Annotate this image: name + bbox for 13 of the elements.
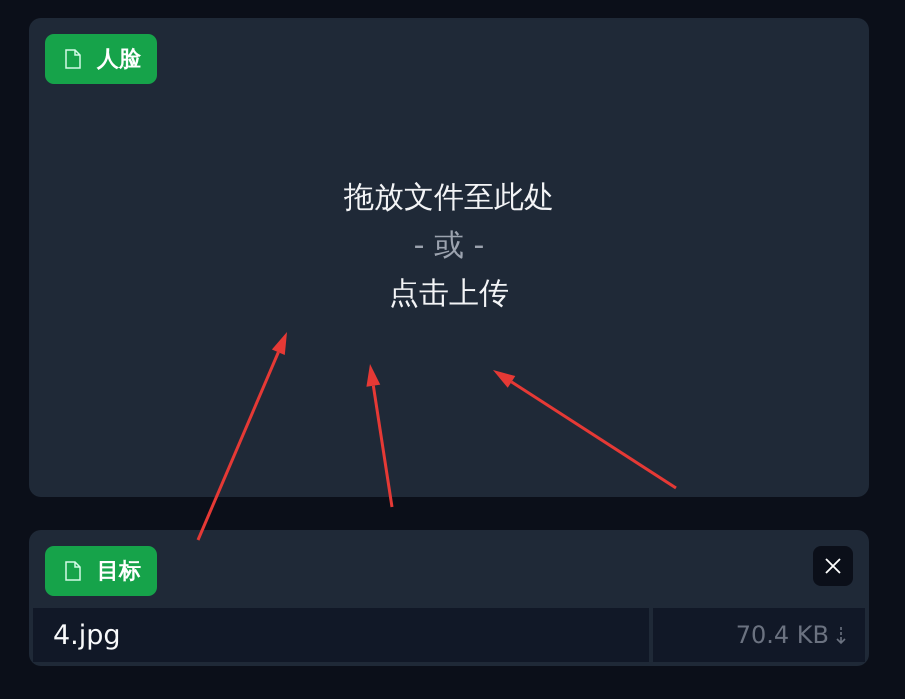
file-name: 4.jpg xyxy=(53,620,121,650)
close-icon xyxy=(825,558,841,574)
file-size: 70.4 KB xyxy=(736,621,829,649)
upload-drop-zone[interactable]: 人脸 拖放文件至此处 - 或 - 点击上传 xyxy=(29,18,869,497)
download-icon[interactable] xyxy=(835,625,847,645)
badge-label: 目标 xyxy=(97,558,141,586)
badge-label: 人脸 xyxy=(97,46,141,74)
drop-text: 拖放文件至此处 xyxy=(344,178,554,216)
file-icon xyxy=(65,49,81,69)
close-button[interactable] xyxy=(813,546,853,586)
click-upload-text: 点击上传 xyxy=(389,274,509,312)
file-icon xyxy=(65,561,81,581)
or-text: - 或 - xyxy=(414,226,484,264)
